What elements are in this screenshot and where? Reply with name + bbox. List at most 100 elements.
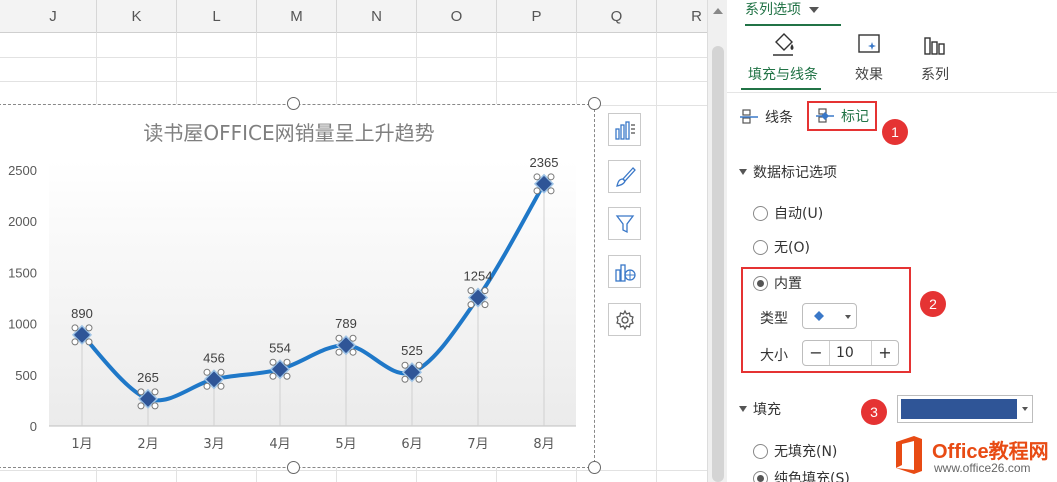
point-selection-handle (137, 402, 145, 410)
point-selection-handle (137, 388, 145, 396)
filter-icon (615, 214, 634, 233)
marker-options-section[interactable]: 数据标记选项 (739, 162, 837, 182)
option-no-fill[interactable]: 无填充(N) (753, 441, 837, 461)
column-headers: JKLMNOPQR (0, 0, 707, 33)
resize-handle-bottom[interactable] (287, 461, 300, 474)
column-header-L[interactable]: L (177, 0, 257, 33)
option-solid-fill[interactable]: 纯色填充(S) (753, 468, 850, 482)
marker-type-select[interactable] (802, 303, 857, 329)
column-header-N[interactable]: N (337, 0, 417, 33)
option-auto-label: 自动(U) (774, 206, 824, 222)
scroll-up-arrow-icon[interactable] (713, 8, 723, 14)
marker-icon (816, 108, 834, 123)
subtab-marker[interactable]: 标记 (807, 101, 877, 131)
fill-bucket-icon (773, 33, 794, 56)
brush-icon (615, 166, 636, 187)
point-selection-handle (547, 173, 555, 181)
column-header-J[interactable]: J (10, 0, 97, 33)
marker-size-input[interactable]: 10 (829, 341, 872, 365)
point-selection-handle (269, 372, 277, 380)
series-options-dropdown[interactable]: 系列选项 (745, 0, 841, 26)
marker-type-label: 类型 (760, 311, 788, 327)
increment-button[interactable]: + (872, 341, 898, 365)
point-selection-handle (203, 368, 211, 376)
y-tick-label: 0 (30, 419, 37, 434)
chart-type-button[interactable] (608, 255, 641, 288)
option-builtin-label: 内置 (774, 276, 802, 292)
option-none-label: 无(O) (774, 240, 810, 256)
collapse-triangle-icon (739, 169, 747, 175)
marker-size-label: 大小 (760, 348, 788, 364)
point-selection-handle (349, 334, 357, 342)
tab-fill-line-label: 填充与线条 (748, 67, 818, 83)
point-selection-handle (481, 301, 489, 309)
data-label: 2365 (530, 155, 559, 170)
line-chart: 读书屋OFFICE网销量呈上升趋势 0 500 1000 1500 2000 2500 1月 2… (8, 121, 576, 452)
point-selection-handle (335, 334, 343, 342)
column-header-K[interactable]: K (97, 0, 177, 33)
point-selection-handle (467, 301, 475, 309)
tab-fill-line[interactable]: 填充与线条 (745, 32, 821, 84)
chart-elements-button[interactable] (608, 113, 641, 146)
column-header-Q[interactable]: Q (577, 0, 657, 33)
tab-series[interactable]: 系列 (915, 32, 955, 84)
fill-heading: 填充 (753, 402, 781, 418)
point-selection-handle (467, 287, 475, 295)
x-tick-label: 8月 (533, 437, 554, 452)
point-selection-handle (151, 402, 159, 410)
line-icon (740, 109, 758, 124)
resize-handle-bottom-right[interactable] (588, 461, 601, 474)
column-header-M[interactable]: M (257, 0, 337, 33)
subtab-marker-label: 标记 (841, 109, 869, 125)
option-builtin[interactable]: 内置 (753, 273, 802, 293)
chart-filter-button[interactable] (608, 207, 641, 240)
column-header-R[interactable]: R (657, 0, 707, 33)
radio-no-fill[interactable] (753, 443, 768, 459)
series-icon (924, 37, 945, 55)
callout-3: 3 (861, 399, 887, 425)
radio-none[interactable] (753, 239, 768, 255)
data-label: 890 (71, 306, 93, 321)
series-options-label: 系列选项 (745, 2, 801, 18)
subtab-line-label: 线条 (765, 110, 793, 126)
fill-color-picker[interactable] (897, 395, 1033, 423)
radio-builtin[interactable] (753, 275, 768, 291)
scrollbar-thumb[interactable] (712, 46, 724, 482)
resize-handle-top[interactable] (287, 97, 300, 110)
radio-solid-fill[interactable] (753, 470, 768, 482)
option-none[interactable]: 无(O) (753, 237, 810, 257)
subtab-line[interactable]: 线条 (739, 104, 793, 130)
chart-type-icon (614, 263, 636, 282)
resize-handle-top-right[interactable] (588, 97, 601, 110)
callout-1: 1 (882, 119, 908, 145)
chevron-down-icon (809, 7, 819, 13)
vertical-scrollbar[interactable] (707, 0, 727, 482)
x-tick-label: 2月 (137, 437, 158, 452)
option-no-fill-label: 无填充(N) (774, 444, 838, 460)
fill-section[interactable]: 填充 (739, 399, 781, 419)
chart-object[interactable]: 读书屋OFFICE网销量呈上升趋势 0 500 1000 1500 2000 2500 1月 2… (0, 104, 595, 468)
point-selection-handle (533, 173, 541, 181)
option-auto[interactable]: 自动(U) (753, 203, 823, 223)
chart-style-button[interactable] (608, 160, 641, 193)
decrement-button[interactable]: − (803, 341, 829, 365)
point-selection-handle (415, 375, 423, 383)
radio-auto[interactable] (753, 205, 768, 221)
column-header-O[interactable]: O (417, 0, 497, 33)
y-tick-label: 1000 (8, 317, 37, 332)
tab-effects-label: 效果 (855, 67, 883, 83)
marker-size-stepper[interactable]: − 10 + (802, 340, 899, 366)
point-selection-handle (547, 187, 555, 195)
x-tick-label: 7月 (467, 437, 488, 452)
point-selection-handle (401, 361, 409, 369)
divider (727, 92, 1057, 93)
column-header-P[interactable]: P (497, 0, 577, 33)
chart-settings-button[interactable] (608, 303, 641, 336)
point-selection-handle (85, 324, 93, 332)
x-tick-label: 1月 (71, 437, 92, 452)
point-selection-handle (481, 287, 489, 295)
chart-elements-icon (614, 120, 635, 140)
tab-effects[interactable]: 效果 (849, 32, 889, 84)
marker-options-heading: 数据标记选项 (753, 165, 837, 181)
spreadsheet-grid[interactable]: JKLMNOPQR 读书屋OFFICE网销量呈上升趋势 0 500 1000 1500 2… (0, 0, 707, 482)
